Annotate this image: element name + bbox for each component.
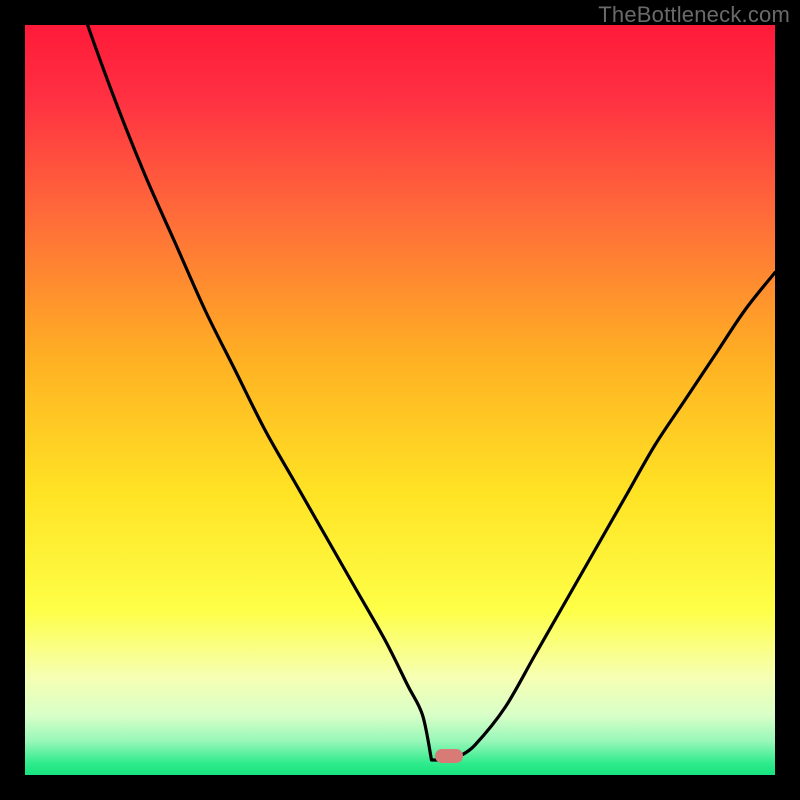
chart-marker (435, 749, 463, 763)
watermark-text: TheBottleneck.com (598, 2, 790, 28)
chart-svg (25, 25, 775, 775)
plot-area (25, 25, 775, 775)
gradient-rect (25, 25, 775, 775)
chart-container: TheBottleneck.com (0, 0, 800, 800)
